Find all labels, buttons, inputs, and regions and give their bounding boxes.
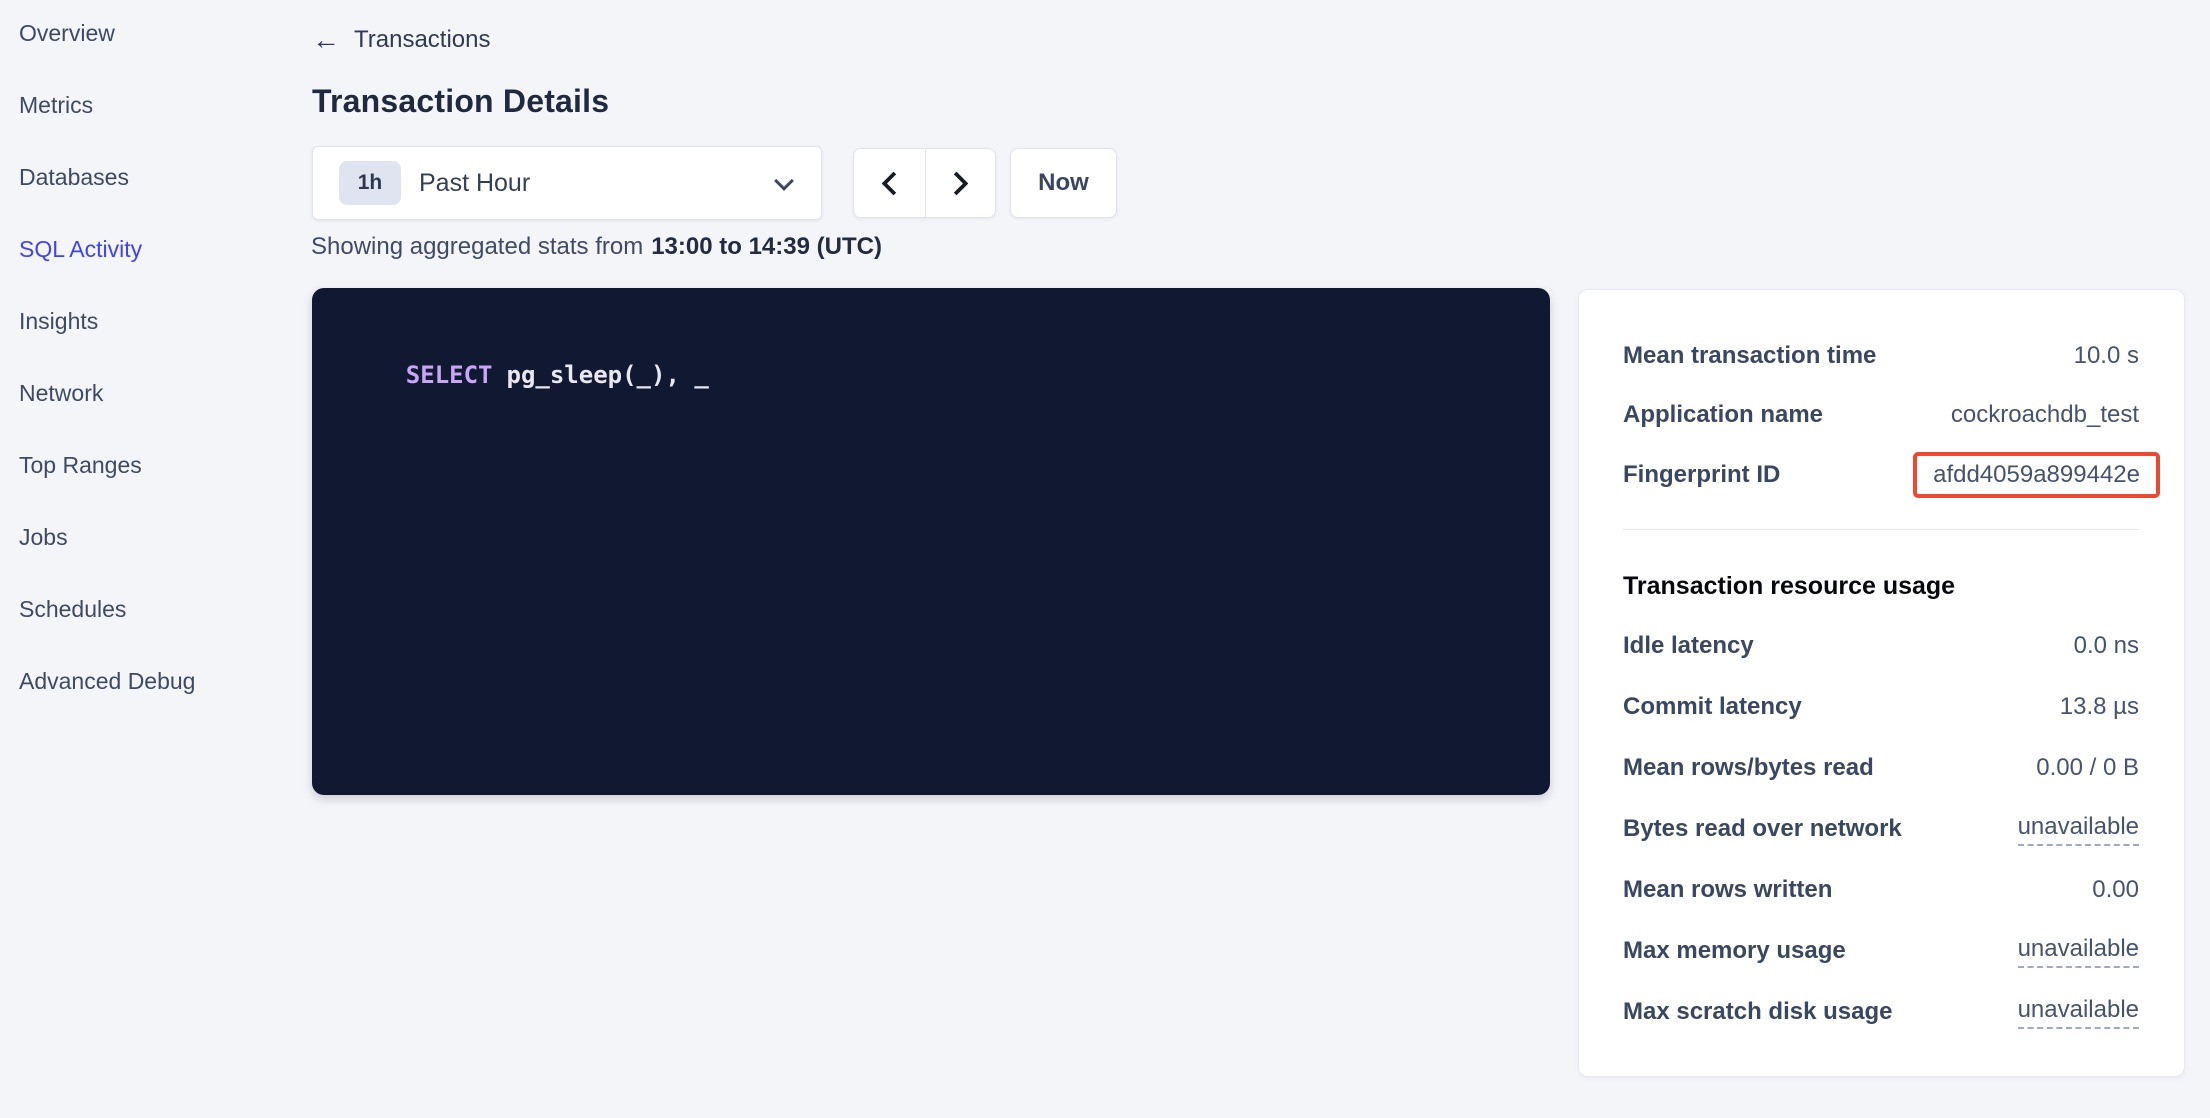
- sidebar-item-network[interactable]: Network: [0, 357, 302, 429]
- chevron-down-icon: [774, 171, 794, 191]
- next-range-button[interactable]: [925, 149, 996, 217]
- max-memory-usage-value[interactable]: unavailable: [2018, 935, 2139, 968]
- fingerprint-id-value: afdd4059a899442e: [1913, 452, 2160, 498]
- sidebar-item-top-ranges[interactable]: Top Ranges: [0, 429, 302, 501]
- sidebar-item-jobs[interactable]: Jobs: [0, 501, 302, 573]
- time-pager: [853, 148, 996, 218]
- mean-rows-written-label: Mean rows written: [1623, 876, 1832, 904]
- resource-rows: Idle latency 0.0 ns Commit latency 13.8 …: [1623, 616, 2139, 1043]
- time-range-duration-badge: 1h: [339, 161, 401, 205]
- row-commit-latency: Commit latency 13.8 µs: [1623, 677, 2139, 738]
- previous-range-button[interactable]: [854, 149, 925, 217]
- chevron-left-icon: [881, 171, 905, 195]
- page-title: Transaction Details: [312, 83, 609, 120]
- sql-statement-text: SELECT pg_sleep(_), _: [348, 324, 709, 426]
- sidebar-nav-list: Overview Metrics Databases SQL Activity …: [0, 0, 302, 717]
- max-scratch-disk-usage-label: Max scratch disk usage: [1623, 998, 1892, 1026]
- mean-rows-written-value: 0.00: [2092, 876, 2139, 904]
- mean-rows-bytes-read-value: 0.00 / 0 B: [2036, 754, 2139, 782]
- time-range-dropdown[interactable]: 1h Past Hour: [312, 146, 822, 220]
- subtitle-range: 13:00 to 14:39 (UTC): [651, 233, 882, 261]
- breadcrumb-back-link[interactable]: ← Transactions: [312, 22, 491, 58]
- row-idle-latency: Idle latency 0.0 ns: [1623, 616, 2139, 677]
- time-range-label: Past Hour: [419, 169, 530, 198]
- sidebar-item-insights[interactable]: Insights: [0, 285, 302, 357]
- transaction-details-card: Mean transaction time 10.0 s Application…: [1578, 289, 2185, 1077]
- summary-rows: Mean transaction time 10.0 s Application…: [1623, 326, 2139, 505]
- commit-latency-label: Commit latency: [1623, 693, 1802, 721]
- sql-statement-box: SELECT pg_sleep(_), _: [312, 288, 1550, 795]
- bytes-read-over-network-label: Bytes read over network: [1623, 815, 1902, 843]
- breadcrumb-label: Transactions: [354, 26, 491, 54]
- commit-latency-value: 13.8 µs: [2060, 693, 2139, 721]
- mean-rows-bytes-read-label: Mean rows/bytes read: [1623, 754, 1874, 782]
- row-fingerprint-id: Fingerprint ID afdd4059a899442e: [1623, 445, 2139, 505]
- aggregated-stats-subtitle: Showing aggregated stats from 13:00 to 1…: [311, 233, 882, 261]
- subtitle-prefix: Showing aggregated stats from: [311, 233, 643, 261]
- chevron-right-icon: [944, 171, 968, 195]
- sidebar-item-overview[interactable]: Overview: [0, 0, 302, 69]
- row-max-scratch-disk-usage: Max scratch disk usage unavailable: [1623, 982, 2139, 1043]
- sidebar-item-metrics[interactable]: Metrics: [0, 69, 302, 141]
- application-name-label: Application name: [1623, 401, 1823, 429]
- row-application-name: Application name cockroachdb_test: [1623, 386, 2139, 446]
- row-bytes-read-over-network: Bytes read over network unavailable: [1623, 799, 2139, 860]
- bytes-read-over-network-value[interactable]: unavailable: [2018, 813, 2139, 846]
- back-arrow-icon: ←: [312, 26, 340, 54]
- sidebar-item-sql-activity[interactable]: SQL Activity: [0, 213, 302, 285]
- sidebar: Overview Metrics Databases SQL Activity …: [0, 0, 302, 1118]
- sidebar-item-databases[interactable]: Databases: [0, 141, 302, 213]
- mean-transaction-time-value: 10.0 s: [2074, 342, 2139, 370]
- mean-transaction-time-label: Mean transaction time: [1623, 342, 1876, 370]
- row-mean-transaction-time: Mean transaction time 10.0 s: [1623, 326, 2139, 386]
- row-max-memory-usage: Max memory usage unavailable: [1623, 921, 2139, 982]
- row-mean-rows-bytes-read: Mean rows/bytes read 0.00 / 0 B: [1623, 738, 2139, 799]
- row-mean-rows-written: Mean rows written 0.00: [1623, 860, 2139, 921]
- max-memory-usage-label: Max memory usage: [1623, 937, 1846, 965]
- idle-latency-value: 0.0 ns: [2074, 632, 2139, 660]
- application-name-value: cockroachdb_test: [1951, 401, 2139, 429]
- sql-statement-rest: pg_sleep(_), _: [507, 361, 709, 389]
- resource-usage-section-title: Transaction resource usage: [1623, 556, 2139, 616]
- time-controls-row: 1h Past Hour Now: [312, 146, 1117, 220]
- now-button[interactable]: Now: [1010, 148, 1117, 218]
- idle-latency-label: Idle latency: [1623, 632, 1754, 660]
- card-divider: [1623, 529, 2139, 530]
- fingerprint-id-label: Fingerprint ID: [1623, 461, 1780, 489]
- sidebar-item-schedules[interactable]: Schedules: [0, 573, 302, 645]
- max-scratch-disk-usage-value[interactable]: unavailable: [2018, 996, 2139, 1029]
- sql-keyword: SELECT: [406, 361, 493, 389]
- sidebar-item-advanced-debug[interactable]: Advanced Debug: [0, 645, 302, 717]
